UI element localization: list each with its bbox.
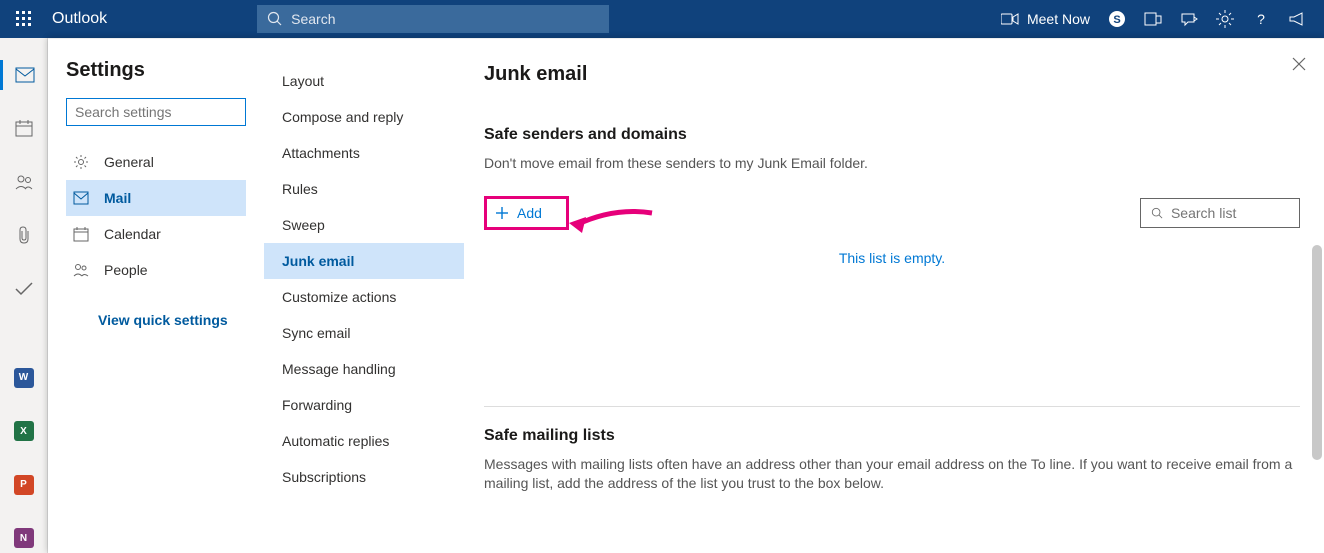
- add-sender-button[interactable]: Add: [484, 196, 569, 230]
- mail-icon: [15, 67, 35, 83]
- search-list-input[interactable]: [1171, 205, 1289, 221]
- nav-mail-label: Mail: [104, 190, 131, 206]
- brand-title: Outlook: [52, 10, 107, 28]
- subnav-compose[interactable]: Compose and reply: [264, 99, 464, 135]
- subnav-sweep[interactable]: Sweep: [264, 207, 464, 243]
- svg-text:?: ?: [1257, 11, 1265, 27]
- add-button-label: Add: [517, 205, 542, 221]
- nav-general[interactable]: General: [66, 144, 246, 180]
- subnav-rules[interactable]: Rules: [264, 171, 464, 207]
- header-actions: Meet Now S ?: [1001, 10, 1324, 28]
- settings-content: Junk email Safe senders and domains Don'…: [464, 39, 1324, 553]
- rail-calendar[interactable]: [0, 114, 48, 144]
- rail-onenote[interactable]: N: [0, 523, 48, 553]
- settings-search-wrap[interactable]: [66, 98, 246, 126]
- safe-senders-desc: Don't move email from these senders to m…: [484, 154, 1300, 174]
- mailing-lists-desc: Messages with mailing lists often have a…: [484, 455, 1300, 494]
- rail-files[interactable]: [0, 221, 48, 251]
- subnav-sync[interactable]: Sync email: [264, 315, 464, 351]
- word-icon: W: [14, 368, 34, 388]
- subnav-junk[interactable]: Junk email: [264, 243, 464, 279]
- meet-now-label: Meet Now: [1027, 11, 1090, 27]
- nav-people[interactable]: People: [66, 252, 246, 288]
- close-icon: [1292, 57, 1306, 71]
- settings-title: Settings: [66, 59, 246, 82]
- search-icon: [1151, 206, 1163, 220]
- divider: [484, 406, 1300, 407]
- calendar-icon: [15, 119, 33, 137]
- subnav-subscriptions[interactable]: Subscriptions: [264, 459, 464, 495]
- close-button[interactable]: [1292, 57, 1306, 71]
- mailing-lists-heading: Safe mailing lists: [484, 427, 1300, 445]
- onenote-icon: N: [14, 528, 34, 548]
- meet-now-button[interactable]: Meet Now: [1001, 11, 1090, 27]
- subnav-autoreply[interactable]: Automatic replies: [264, 423, 464, 459]
- page-title: Junk email: [484, 63, 1300, 86]
- people-icon: [72, 262, 90, 278]
- settings-search-input[interactable]: [75, 104, 237, 120]
- megaphone-icon[interactable]: [1288, 10, 1306, 28]
- help-icon[interactable]: ?: [1252, 10, 1270, 28]
- gear-icon: [72, 154, 90, 170]
- check-icon: [15, 282, 33, 296]
- rail-word[interactable]: W: [0, 363, 48, 393]
- waffle-icon: [16, 11, 32, 27]
- rail-powerpoint[interactable]: P: [0, 470, 48, 500]
- nav-calendar-label: Calendar: [104, 226, 161, 242]
- subnav-customize[interactable]: Customize actions: [264, 279, 464, 315]
- excel-icon: X: [14, 421, 34, 441]
- ppt-icon: P: [14, 475, 34, 495]
- svg-text:S: S: [1113, 14, 1120, 26]
- scrollbar[interactable]: [1312, 245, 1322, 460]
- settings-secondary-nav: Layout Compose and reply Attachments Rul…: [264, 39, 464, 553]
- settings-gear-icon[interactable]: [1216, 10, 1234, 28]
- safe-senders-heading: Safe senders and domains: [484, 126, 1300, 144]
- video-icon: [1001, 12, 1019, 26]
- nav-mail[interactable]: Mail: [66, 180, 246, 216]
- calendar-icon: [72, 226, 90, 242]
- tips-icon[interactable]: [1180, 10, 1198, 28]
- teams-icon[interactable]: [1144, 10, 1162, 28]
- search-icon: [267, 11, 283, 27]
- plus-icon: [495, 206, 509, 220]
- skype-icon[interactable]: S: [1108, 10, 1126, 28]
- rail-excel[interactable]: X: [0, 416, 48, 446]
- mail-icon: [72, 191, 90, 205]
- rail-mail[interactable]: [0, 60, 48, 90]
- nav-general-label: General: [104, 154, 154, 170]
- nav-people-label: People: [104, 262, 148, 278]
- global-search[interactable]: [257, 5, 609, 33]
- subnav-handling[interactable]: Message handling: [264, 351, 464, 387]
- subnav-forwarding[interactable]: Forwarding: [264, 387, 464, 423]
- settings-panel: Settings General Mail Calendar People Vi…: [48, 38, 1324, 553]
- search-list-box[interactable]: [1140, 198, 1300, 228]
- nav-calendar[interactable]: Calendar: [66, 216, 246, 252]
- view-quick-settings-link[interactable]: View quick settings: [98, 312, 246, 328]
- rail-people[interactable]: [0, 167, 48, 197]
- header-bar: Outlook Meet Now S ?: [0, 0, 1324, 38]
- rail-todo[interactable]: [0, 274, 48, 304]
- attachment-icon: [16, 226, 32, 244]
- subnav-attachments[interactable]: Attachments: [264, 135, 464, 171]
- subnav-layout[interactable]: Layout: [264, 63, 464, 99]
- people-icon: [15, 173, 33, 191]
- app-launcher[interactable]: [0, 0, 48, 38]
- empty-list-message: This list is empty.: [484, 250, 1300, 266]
- settings-primary-nav: Settings General Mail Calendar People Vi…: [48, 39, 264, 553]
- global-search-input[interactable]: [291, 11, 599, 27]
- app-rail: W X P N: [0, 38, 48, 553]
